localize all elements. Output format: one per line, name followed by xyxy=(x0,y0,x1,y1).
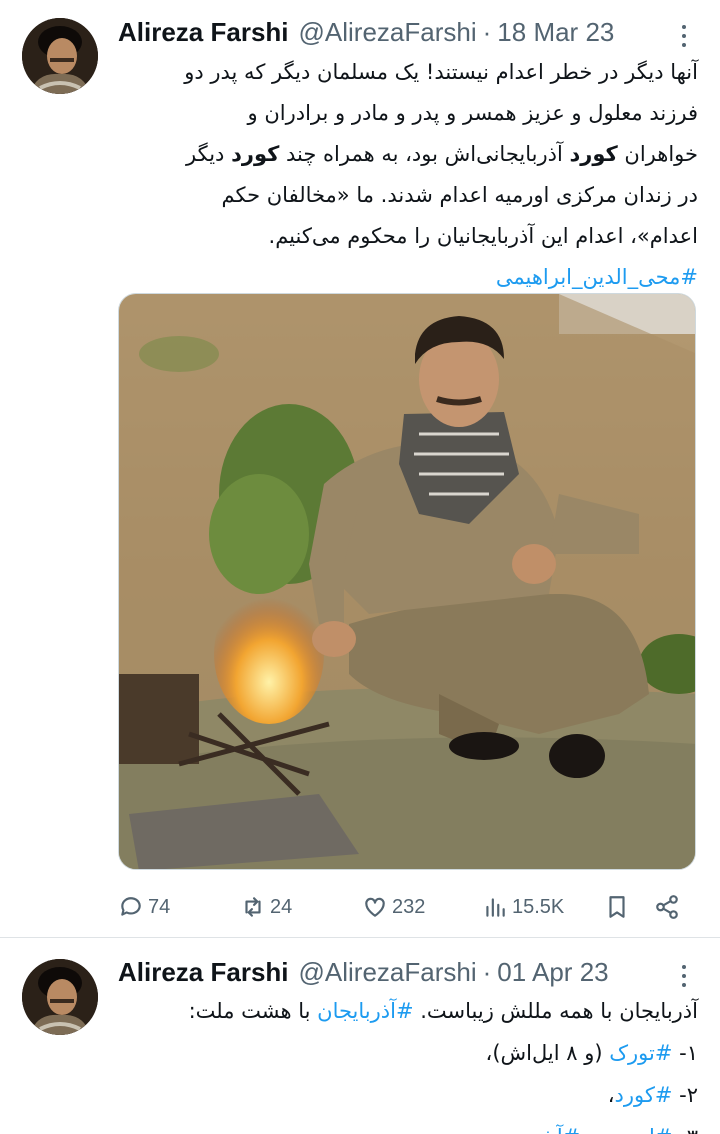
list-number: ۳- xyxy=(672,1125,698,1134)
more-icon[interactable] xyxy=(674,960,694,992)
author-handle[interactable]: @AlirezaFarshi xyxy=(299,17,477,48)
views-count: 15.5K xyxy=(512,895,565,918)
text-line: آذربایجان با همه مللش زیباست. #آذربایجان… xyxy=(118,990,698,1032)
list-item: ۱- #تورک (و ۸ ایل‌اش)، xyxy=(118,1032,698,1074)
author-handle[interactable]: @AlirezaFarshi xyxy=(299,957,477,988)
hashtag-link[interactable]: #ارمنی xyxy=(604,1125,673,1134)
text-segment: آذربایجان با همه مللش زیباست. xyxy=(413,999,698,1023)
author-name[interactable]: Alireza Farshi xyxy=(118,17,289,48)
text-segment: و xyxy=(580,1125,604,1134)
bookmark-icon xyxy=(609,896,625,918)
tweet[interactable]: Alireza Farshi @AlirezaFarshi · 18 Mar 2… xyxy=(0,0,720,938)
text-line: فرزند معلول و عزیز همسر و پدر و مادر و ب… xyxy=(247,101,698,125)
list-item: ۳- #ارمنی و #آشوری، xyxy=(118,1116,698,1134)
separator: · xyxy=(482,16,492,47)
hashtag-link[interactable]: #محی_الدین_ابراهیمی xyxy=(496,265,698,289)
retweet-button[interactable]: 24 xyxy=(240,890,292,924)
views-button[interactable]: 15.5K xyxy=(482,890,564,924)
views-icon xyxy=(486,898,505,917)
tweet-text: آنها دیگر در خطر اعدام نیستند! یک مسلمان… xyxy=(118,52,698,298)
tweet-header: Alireza Farshi @AlirezaFarshi · 18 Mar 2… xyxy=(118,16,690,48)
avatar[interactable] xyxy=(22,18,98,94)
text-line: در زندان مرکزی اورمیه اعدام شدند. ما «مخ… xyxy=(221,183,698,207)
text-segment: خواهران xyxy=(617,142,698,166)
hashtag-link[interactable]: #تورک xyxy=(609,1041,672,1065)
tweet-photo[interactable] xyxy=(118,293,696,870)
tweet-header: Alireza Farshi @AlirezaFarshi · 01 Apr 2… xyxy=(118,956,690,988)
tweet-date[interactable]: 01 Apr 23 xyxy=(497,957,608,988)
tweet-text: آذربایجان با همه مللش زیباست. #آذربایجان… xyxy=(118,990,698,1134)
text-segment: با هشت ملت: xyxy=(188,999,318,1023)
retweet-icon xyxy=(245,897,261,917)
list-item: ۲- #کورد، xyxy=(118,1074,698,1116)
retweet-count: 24 xyxy=(270,895,293,918)
hashtag-link[interactable]: #آشوری xyxy=(502,1125,580,1134)
avatar[interactable] xyxy=(22,959,98,1035)
like-icon xyxy=(365,897,385,917)
share-button[interactable] xyxy=(654,890,684,924)
hashtag-link[interactable]: #کورد xyxy=(615,1083,673,1107)
reply-count: 74 xyxy=(148,895,171,918)
photo-image xyxy=(119,294,695,869)
bold-word: کورد xyxy=(231,142,280,166)
text-line: آنها دیگر در خطر اعدام نیستند! یک مسلمان… xyxy=(184,60,698,84)
tweet-actions: 74 24 232 15.5K xyxy=(118,890,698,924)
list-number: ۲- xyxy=(672,1083,698,1107)
author-name[interactable]: Alireza Farshi xyxy=(118,957,289,988)
reply-icon xyxy=(121,897,141,916)
like-button[interactable]: 232 xyxy=(362,890,425,924)
bookmark-button[interactable] xyxy=(604,890,634,924)
separator: · xyxy=(482,956,492,987)
text-segment: آذربایجانی‌اش بود، به همراه چند xyxy=(279,142,570,166)
reply-button[interactable]: 74 xyxy=(118,890,170,924)
text-segment: دیگر xyxy=(186,142,232,166)
more-icon[interactable] xyxy=(674,20,694,52)
bold-word: کورد xyxy=(569,142,618,166)
text-line: #محی_الدین_ابراهیمی xyxy=(118,257,698,298)
list-number: ۱- xyxy=(672,1041,698,1065)
text-line: خواهران کورد آذربایجانی‌اش بود، به همراه… xyxy=(118,134,698,175)
text-segment: ، xyxy=(495,1125,502,1134)
tweet[interactable]: Alireza Farshi @AlirezaFarshi · 01 Apr 2… xyxy=(0,940,720,1134)
hashtag-link[interactable]: #آذربایجان xyxy=(317,999,413,1023)
text-segment: (و ۸ ایل‌اش)، xyxy=(485,1041,610,1065)
like-count: 232 xyxy=(392,895,426,918)
text-segment: ، xyxy=(607,1083,615,1107)
text-line: اعدام»، اعدام این آذربایجانیان را محکوم … xyxy=(268,224,698,248)
share-icon xyxy=(656,895,678,919)
tweet-date[interactable]: 18 Mar 23 xyxy=(497,17,614,48)
